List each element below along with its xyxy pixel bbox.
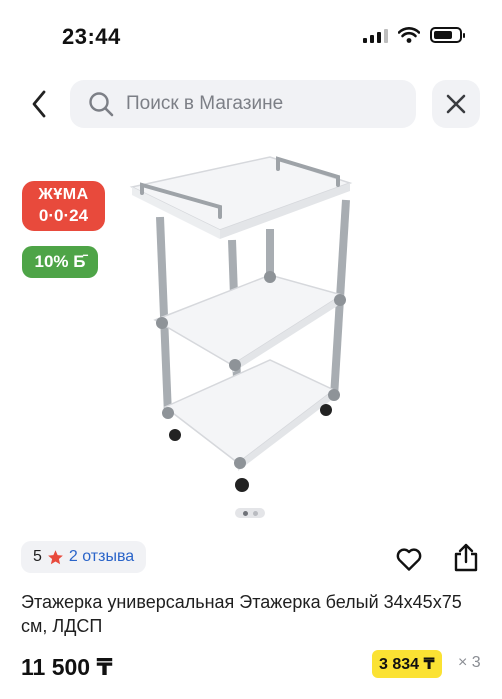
juma-badge-timer: 0·0·24 — [38, 206, 89, 225]
back-button[interactable] — [24, 88, 54, 120]
cellular-signal-icon — [363, 27, 388, 43]
installment-count: × 3 — [458, 654, 481, 671]
gallery-pager — [235, 508, 265, 518]
product-image[interactable] — [120, 145, 380, 500]
share-icon[interactable] — [452, 543, 480, 573]
rating-chip[interactable]: 5 2 отзыва — [21, 541, 147, 573]
pager-dot-active — [242, 510, 248, 516]
star-icon — [48, 549, 63, 564]
status-icons — [363, 27, 465, 43]
product-price: 11 500 ₸ — [21, 654, 113, 680]
search-input[interactable]: Поиск в Магазине — [70, 80, 416, 128]
juma-badge-title: ЖҰМА — [38, 186, 89, 203]
heart-icon[interactable] — [395, 545, 423, 573]
product-title: Этажерка универсальная Этажерка белый 34… — [21, 592, 462, 636]
installment-badge[interactable]: 3 834 ₸ — [372, 650, 442, 678]
battery-icon — [430, 27, 465, 43]
close-button[interactable] — [432, 80, 480, 128]
status-time: 23:44 — [62, 24, 121, 49]
back-arrow-icon — [32, 90, 46, 118]
bonus-badge: 10% Б̄ — [22, 246, 98, 278]
search-placeholder: Поиск в Магазине — [126, 93, 284, 114]
search-icon — [89, 92, 114, 117]
status-bar: 23:44 — [0, 0, 502, 70]
search-row: Поиск в Магазине — [0, 80, 502, 128]
pager-dot — [252, 510, 258, 516]
reviews-link[interactable]: 2 отзыва — [69, 548, 134, 566]
rating-value: 5 — [33, 548, 42, 565]
close-icon — [446, 94, 466, 114]
wifi-icon — [398, 27, 420, 43]
juma-sale-badge: ЖҰМА 0·0·24 — [22, 181, 105, 231]
